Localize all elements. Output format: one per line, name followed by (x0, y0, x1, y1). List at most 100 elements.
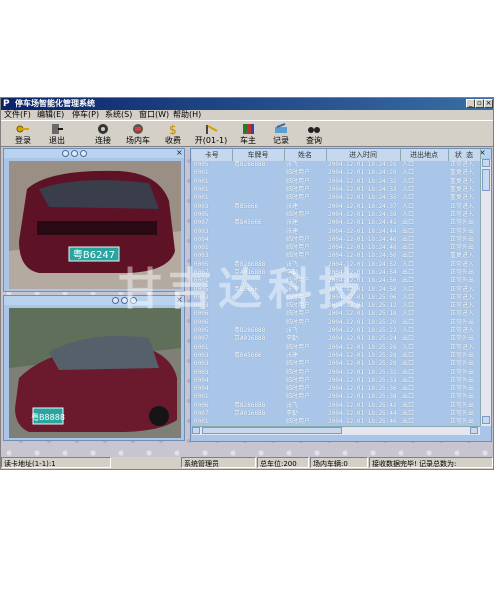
table-cell: 临时用户 (286, 376, 311, 384)
table-cell: 0003 (194, 351, 209, 359)
table-row[interactable]: 0001 临时用户 2004-12-01 18:25:26 入口 正常进入 (192, 344, 480, 352)
table-cell: 0003 (194, 227, 209, 235)
toolbar: 登录 退出 连接 场内车 $ 收费 开(01-1) 车主 记录 查询 (1, 120, 493, 147)
table-row[interactable]: 0004 临时用户 2004-12-01 18:25:36 出口 正常外出 (192, 385, 480, 393)
table-cell: 粤B45666 (234, 351, 262, 359)
table-row[interactable]: 0001 临时用户 2004-12-01 18:25:38 出口 正常外出 (192, 393, 480, 401)
table-cell: 2004-12-01 18:24:33 (328, 186, 397, 194)
table-cell: 2004-12-01 18:24:44 (328, 227, 397, 235)
table-cell: 0001 (194, 177, 209, 185)
charge-button[interactable]: $ 收费 (159, 122, 187, 147)
records-button[interactable]: 记录 (268, 122, 294, 147)
table-cell: 0004 (194, 376, 209, 384)
table-row[interactable]: 0004 临时用户 2004-12-01 18:24:46 出口 正常外出 (192, 236, 480, 244)
table-cell: 2004-12-01 18:24:37 (328, 202, 397, 210)
table-cell (232, 368, 284, 376)
panel-close-icon[interactable]: × (176, 148, 183, 157)
table-row[interactable]: 0006 粤B286888 张飞 2004-12-01 18:25:42 出口 正常外出 (192, 402, 480, 410)
table-cell: 临时用户 (286, 244, 311, 252)
column-header-time[interactable]: 进入时间 (326, 149, 401, 161)
key-icon (16, 125, 29, 133)
table-row[interactable]: 0003 粤B45666 张建 2004-12-01 18:25:28 出口 正常外出 (192, 352, 480, 360)
open-gate-button[interactable]: 开(01-1) (191, 122, 231, 147)
table-cell: 粤B286888 (234, 401, 266, 409)
close-button[interactable]: × (484, 99, 493, 108)
owner-button[interactable]: 车主 (235, 122, 261, 147)
table-cell: 2004-12-01 18:24:46 (328, 235, 397, 243)
menu-file[interactable]: 文件(F) (4, 110, 31, 120)
panel-button[interactable] (80, 150, 87, 157)
column-header-status[interactable]: 状 态 (448, 149, 481, 161)
exit-button[interactable]: 退出 (43, 122, 71, 147)
menu-bar: 文件(F) 编辑(E) 停车(P) 系统(S) 窗口(W) 帮助(H) (1, 110, 493, 120)
table-cell (232, 244, 284, 252)
table-row[interactable]: 0007 京A016888 李勤 2004-12-01 18:25:24 出口 正常外出 (192, 335, 480, 343)
maximize-button[interactable]: ▫ (475, 99, 484, 108)
table-cell: 2004-12-01 18:24:39 (328, 210, 397, 218)
table-row[interactable]: 0007 粤B45666 张建 2004-12-01 18:24:41 出口 正常外出 (192, 219, 480, 227)
menu-system[interactable]: 系统(S) (105, 110, 132, 120)
table-row[interactable]: 0001 临时用户 2004-12-01 18:24:35 入口 重复进入 (192, 194, 480, 202)
table-cell: 出口 (402, 227, 415, 235)
table-cell: 正常外出 (450, 351, 475, 359)
search-button[interactable]: 查询 (301, 122, 327, 147)
table-cell: 0001 (194, 194, 209, 202)
table-row[interactable]: 0003 临时用户 2004-12-01 18:25:29 出口 正常外出 (192, 360, 480, 368)
table-row[interactable]: 0007 京A016888 李勤 2004-12-01 18:25:44 出口 正常外出 (192, 410, 480, 418)
minimize-button[interactable]: _ (466, 99, 475, 108)
menu-help[interactable]: 帮助(H) (173, 110, 201, 120)
table-row[interactable]: 0005 临时用户 2004-12-01 18:24:39 入口 正常进入 (192, 211, 480, 219)
plate-number-top: 粤B6247 (73, 248, 115, 261)
table-row[interactable]: 0003 张建 2004-12-01 18:24:44 出口 正常外出 (192, 227, 480, 235)
table-row[interactable]: 0005 粤B286888 张飞 2004-12-01 18:25:22 入口 正常进入 (192, 327, 480, 335)
table-cell: 出口 (402, 269, 415, 276)
table-row[interactable]: 0001 临时用户 2004-12-01 18:24:29 入口 重复进入 (192, 169, 480, 177)
column-header-location[interactable]: 进出地点 (400, 149, 449, 161)
column-header-plate[interactable]: 车牌号 (232, 149, 285, 161)
horizontal-scrollbar-thumb[interactable] (202, 427, 342, 434)
table-row[interactable]: 0005 粤B286888 张飞 2004-12-01 18:24:26 入口 正常进入 (192, 161, 480, 169)
panel-button[interactable] (62, 150, 69, 157)
table-cell: 临时用户 (286, 385, 311, 393)
menu-parking[interactable]: 停车(P) (72, 110, 99, 120)
scroll-left-arrow-icon[interactable] (192, 427, 200, 434)
cars-inside-button[interactable]: 场内车 (123, 122, 153, 147)
scroll-up-arrow-icon[interactable] (482, 159, 490, 167)
menu-window[interactable]: 窗口(W) (139, 110, 169, 120)
table-cell: 正常外出 (450, 385, 475, 393)
scroll-down-arrow-icon[interactable] (482, 416, 490, 424)
vertical-scrollbar[interactable] (480, 159, 491, 426)
connect-button[interactable]: 连接 (89, 122, 117, 147)
table-row[interactable]: 0003 临时用户 2004-12-01 18:25:31 出口 正常外出 (192, 368, 480, 376)
table-row[interactable]: 0001 临时用户 2004-12-01 18:24:33 入口 重复进入 (192, 186, 480, 194)
table-cell: 0001 (194, 186, 209, 194)
table-cell: 重复进入 (450, 252, 475, 260)
table-row[interactable]: 0001 临时用户 2004-12-01 18:24:31 入口 重复进入 (192, 178, 480, 186)
scroll-right-arrow-icon[interactable] (470, 427, 478, 434)
plate-number-bottom: 粤B8888 (31, 412, 65, 422)
login-button[interactable]: 登录 (9, 122, 37, 147)
table-row[interactable]: 0001 临时用户 2004-12-01 18:24:48 出口 正常外出 (192, 244, 480, 252)
menu-edit[interactable]: 编辑(E) (37, 110, 64, 120)
table-cell: 0004 (194, 235, 209, 243)
table-row[interactable]: 0003 粤B5666 张建 2004-12-01 18:24:37 入口 正常进入 (192, 202, 480, 210)
table-cell: 京A016888 (234, 410, 266, 418)
scrollbar-thumb[interactable] (482, 169, 490, 191)
watermark: 甘吉达科技 (118, 264, 368, 315)
table-cell: 入口 (402, 186, 415, 194)
status-cars-inside: 场内车辆:0 (310, 457, 368, 468)
column-header-name[interactable]: 姓名 (284, 149, 327, 161)
horizontal-scrollbar[interactable] (192, 426, 480, 435)
table-cell: 正常外出 (450, 360, 475, 368)
table-row[interactable]: 0006 临时用户 2004-12-01 18:25:20 出口 正常外出 (192, 319, 480, 327)
table-cell: 0003 (194, 202, 209, 210)
table-cell: 2004-12-01 18:25:29 (328, 360, 397, 368)
table-cell: 张建 (286, 227, 299, 235)
table-cell: 正常外出 (450, 269, 475, 276)
column-header-card[interactable]: 卡号 (192, 149, 233, 161)
panel-button[interactable] (71, 150, 78, 157)
table-cell: 临时用户 (286, 235, 311, 243)
status-total-spaces: 总车位:200 (257, 457, 309, 468)
status-user: 系统管理员 (181, 457, 256, 468)
table-row[interactable]: 0004 临时用户 2004-12-01 18:25:33 出口 正常外出 (192, 377, 480, 385)
